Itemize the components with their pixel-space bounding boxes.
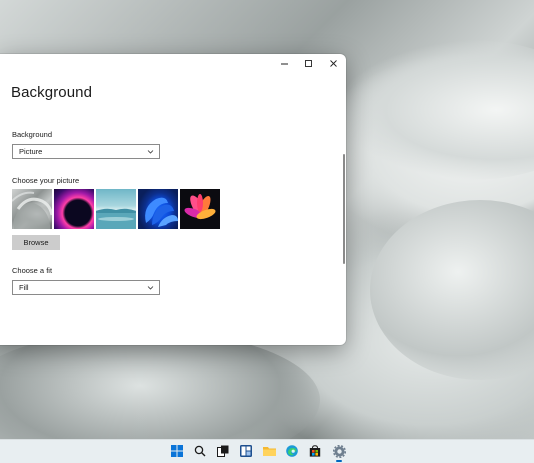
fit-dropdown[interactable]: Fill bbox=[12, 280, 160, 295]
picture-thumbnails bbox=[12, 189, 220, 229]
choose-fit-label: Choose a fit bbox=[12, 266, 53, 275]
file-explorer-icon[interactable] bbox=[262, 444, 276, 458]
background-dropdown-value: Picture bbox=[19, 147, 43, 156]
choose-picture-label: Choose your picture bbox=[12, 176, 80, 185]
task-view-icon[interactable] bbox=[216, 444, 230, 458]
background-label: Background bbox=[12, 130, 53, 139]
page-title: Background bbox=[11, 84, 93, 101]
widgets-icon[interactable] bbox=[239, 444, 253, 458]
wallpaper-blue-bloom-thumbnail[interactable] bbox=[138, 189, 178, 229]
pink-flower-image bbox=[184, 194, 216, 220]
edge-icon[interactable] bbox=[285, 444, 299, 458]
blue-bloom-image bbox=[145, 197, 178, 227]
wallpaper-lake-thumbnail[interactable] bbox=[96, 189, 136, 229]
wallpaper-pink-flower-thumbnail[interactable] bbox=[180, 189, 220, 229]
search-icon[interactable] bbox=[193, 444, 207, 458]
wallpaper-ribbon-2 bbox=[370, 200, 534, 380]
lake-image bbox=[96, 208, 136, 229]
browse-button[interactable]: Browse bbox=[12, 235, 60, 250]
chevron-down-icon bbox=[147, 286, 154, 290]
windows-start-icon[interactable] bbox=[170, 444, 184, 458]
wallpaper-ribbon-1 bbox=[340, 40, 534, 180]
settings-window: Background Background Picture Choose you… bbox=[0, 54, 346, 345]
chevron-down-icon bbox=[147, 150, 154, 154]
wallpaper-grey-ribbon-thumbnail[interactable] bbox=[12, 189, 52, 229]
settings-icon[interactable] bbox=[332, 444, 346, 458]
wallpaper-purple-glow-thumbnail[interactable] bbox=[54, 189, 94, 229]
close-icon bbox=[329, 59, 337, 67]
store-icon[interactable] bbox=[308, 444, 322, 458]
vertical-scrollbar[interactable] bbox=[343, 154, 345, 264]
grey-ribbon-image bbox=[12, 191, 52, 229]
close-button[interactable] bbox=[321, 54, 345, 72]
background-dropdown[interactable]: Picture bbox=[12, 144, 160, 159]
maximize-icon bbox=[304, 59, 312, 67]
minimize-icon bbox=[280, 63, 288, 64]
fit-dropdown-value: Fill bbox=[19, 283, 29, 292]
taskbar bbox=[0, 439, 534, 463]
minimize-button[interactable] bbox=[272, 54, 296, 72]
maximize-button[interactable] bbox=[296, 54, 320, 72]
